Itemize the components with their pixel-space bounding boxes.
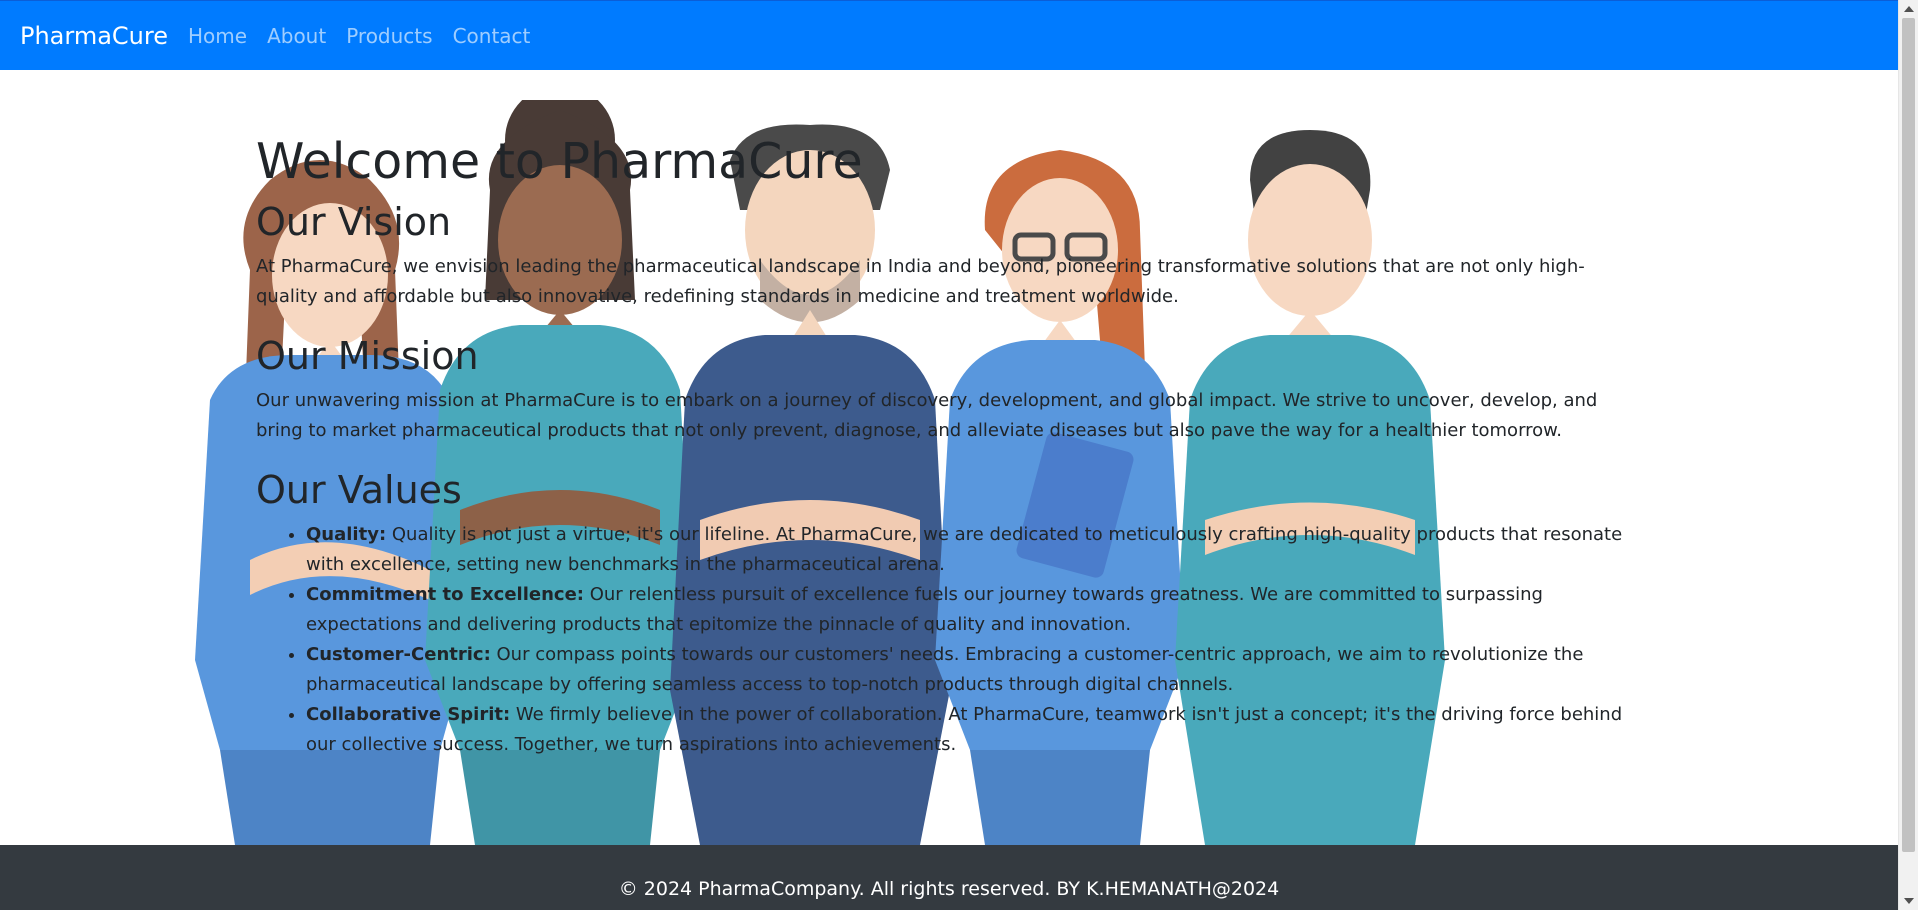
- main-content: Welcome to PharmaCure Our Vision At Phar…: [256, 128, 1646, 760]
- values-heading: Our Values: [256, 468, 462, 512]
- list-item: Quality: Quality is not just a virtue; i…: [306, 520, 1646, 580]
- nav-link-about[interactable]: About: [267, 24, 326, 48]
- page-footer: © 2024 PharmaCompany. All rights reserve…: [0, 845, 1898, 910]
- vertical-scrollbar[interactable]: [1898, 0, 1918, 910]
- list-item: Collaborative Spirit: We firmly believe …: [306, 700, 1646, 760]
- value-name: Quality:: [306, 524, 387, 545]
- page-title: Welcome to PharmaCure: [256, 133, 863, 190]
- vision-heading: Our Vision: [256, 200, 452, 244]
- top-navbar: PharmaCure Home About Products Contact: [0, 0, 1898, 70]
- scroll-up-arrow-icon[interactable]: [1904, 6, 1914, 12]
- mission-text: Our unwavering mission at PharmaCure is …: [256, 390, 1598, 441]
- list-item: Customer-Centric: Our compass points tow…: [306, 640, 1646, 700]
- value-name: Collaborative Spirit:: [306, 704, 511, 725]
- value-text: Quality is not just a virtue; it's our l…: [306, 524, 1623, 575]
- scroll-down-arrow-icon[interactable]: [1904, 898, 1914, 904]
- nav-link-home[interactable]: Home: [188, 24, 247, 48]
- values-list: Quality: Quality is not just a virtue; i…: [256, 520, 1646, 760]
- scrollbar-thumb[interactable]: [1902, 18, 1915, 852]
- mission-heading: Our Mission: [256, 334, 479, 378]
- vision-text: At PharmaCure, we envision leading the p…: [256, 256, 1585, 307]
- page: PharmaCure Home About Products Contact W…: [0, 0, 1918, 910]
- value-text: Our compass points towards our customers…: [306, 644, 1584, 695]
- brand-logo-link[interactable]: PharmaCure: [20, 22, 168, 50]
- nav-link-products[interactable]: Products: [346, 24, 432, 48]
- value-name: Customer-Centric:: [306, 644, 491, 665]
- nav-link-contact[interactable]: Contact: [453, 24, 531, 48]
- value-name: Commitment to Excellence:: [306, 584, 584, 605]
- footer-copyright: © 2024 PharmaCompany. All rights reserve…: [618, 878, 1280, 900]
- list-item: Commitment to Excellence: Our relentless…: [306, 580, 1646, 640]
